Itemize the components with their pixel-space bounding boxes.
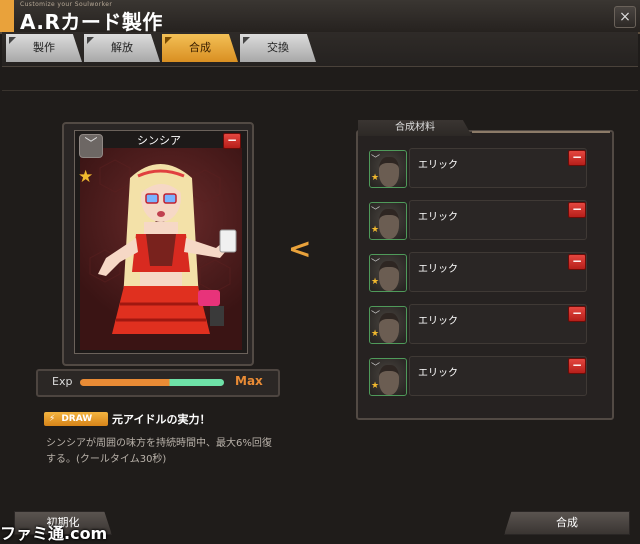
material-card-icon: ﹀ ★ [369,358,407,396]
material-slot[interactable]: ﹀ ★ エリック − [366,198,587,242]
exp-status: Max [235,374,263,388]
card-remove-button[interactable]: − [223,133,241,149]
star-icon: ★ [371,329,380,339]
close-button[interactable]: × [614,6,636,28]
card-artwork[interactable] [80,148,242,350]
material-slot[interactable]: ﹀ ★ エリック − [366,354,587,398]
exp-bar [80,379,224,386]
character-face-icon [379,313,399,343]
tab-bar: 製作 解放 合成 交換 [2,32,638,67]
draw-badge: ⚡ DRAW [44,412,108,426]
material-remove-button[interactable]: − [568,202,586,218]
chevron-left-icon: < [288,232,312,265]
tab-synthesize[interactable]: 合成 [162,34,238,62]
lightning-icon: ⚡ [49,414,56,424]
material-slot[interactable]: ﹀ ★ エリック − [366,302,587,346]
chevron-down-icon: ﹀ [371,155,381,165]
card-name: シンシア [137,134,181,147]
draw-badge-label: DRAW [61,414,93,424]
materials-header-line [472,131,610,133]
material-remove-button[interactable]: − [568,150,586,166]
material-name: エリック [418,316,458,327]
chevron-down-icon[interactable]: ﹀ [79,134,103,158]
tab-craft[interactable]: 製作 [6,34,82,62]
exp-label: Exp [52,375,73,388]
star-icon: ★ [371,381,380,391]
character-face-icon [379,209,399,239]
material-remove-button[interactable]: − [568,306,586,322]
chevron-down-icon: ﹀ [371,363,381,373]
material-card-icon: ﹀ ★ [369,150,407,188]
material-card-icon: ﹀ ★ [369,306,407,344]
watermark: ファミ通.com [0,524,108,543]
material-remove-button[interactable]: − [568,358,586,374]
material-slot[interactable]: ﹀ ★ エリック − [366,146,587,190]
tab-label: 解放 [111,41,133,54]
window-title: A.Rカード製作 [20,10,163,34]
tab-label: 合成 [189,41,211,54]
material-card-icon: ﹀ ★ [369,254,407,292]
tab-label: 交換 [267,41,289,54]
tab-unlock[interactable]: 解放 [84,34,160,62]
material-name: エリック [418,160,458,171]
material-name: エリック [418,264,458,275]
exp-bar-fill [80,379,224,386]
chevron-down-icon: ﹀ [371,207,381,217]
tab-corner-icon [243,37,250,44]
material-name: エリック [418,368,458,379]
material-card-icon: ﹀ ★ [369,202,407,240]
tab-corner-icon [9,37,16,44]
chevron-down-icon: ﹀ [371,311,381,321]
tab-label: 製作 [33,41,55,54]
tab-corner-icon [165,37,172,44]
skill-description: シンシアが周囲の味方を持続時間中、最大6%回復する。(クールタイム30秒) [46,438,272,465]
divider [2,90,638,91]
character-face-icon [379,261,399,291]
character-face-icon [379,157,399,187]
character-illustration [89,159,237,334]
materials-header: 合成材料 [358,120,472,136]
material-slot[interactable]: ﹀ ★ エリック − [366,250,587,294]
title-accent [0,0,14,32]
synthesize-button[interactable]: 合成 [504,511,630,535]
material-name: エリック [418,212,458,223]
tab-exchange[interactable]: 交換 [240,34,316,62]
character-face-icon [379,365,399,395]
star-icon: ★ [371,173,380,183]
star-icon: ★ [371,277,380,287]
title-bar: Customize your Soulworker A.Rカード製作 × [0,0,640,34]
tab-corner-icon [87,37,94,44]
star-icon: ★ [78,167,94,187]
material-remove-button[interactable]: − [568,254,586,270]
chevron-down-icon: ﹀ [371,259,381,269]
star-icon: ★ [371,225,380,235]
skill-title: 元アイドルの実力！ [112,413,211,426]
